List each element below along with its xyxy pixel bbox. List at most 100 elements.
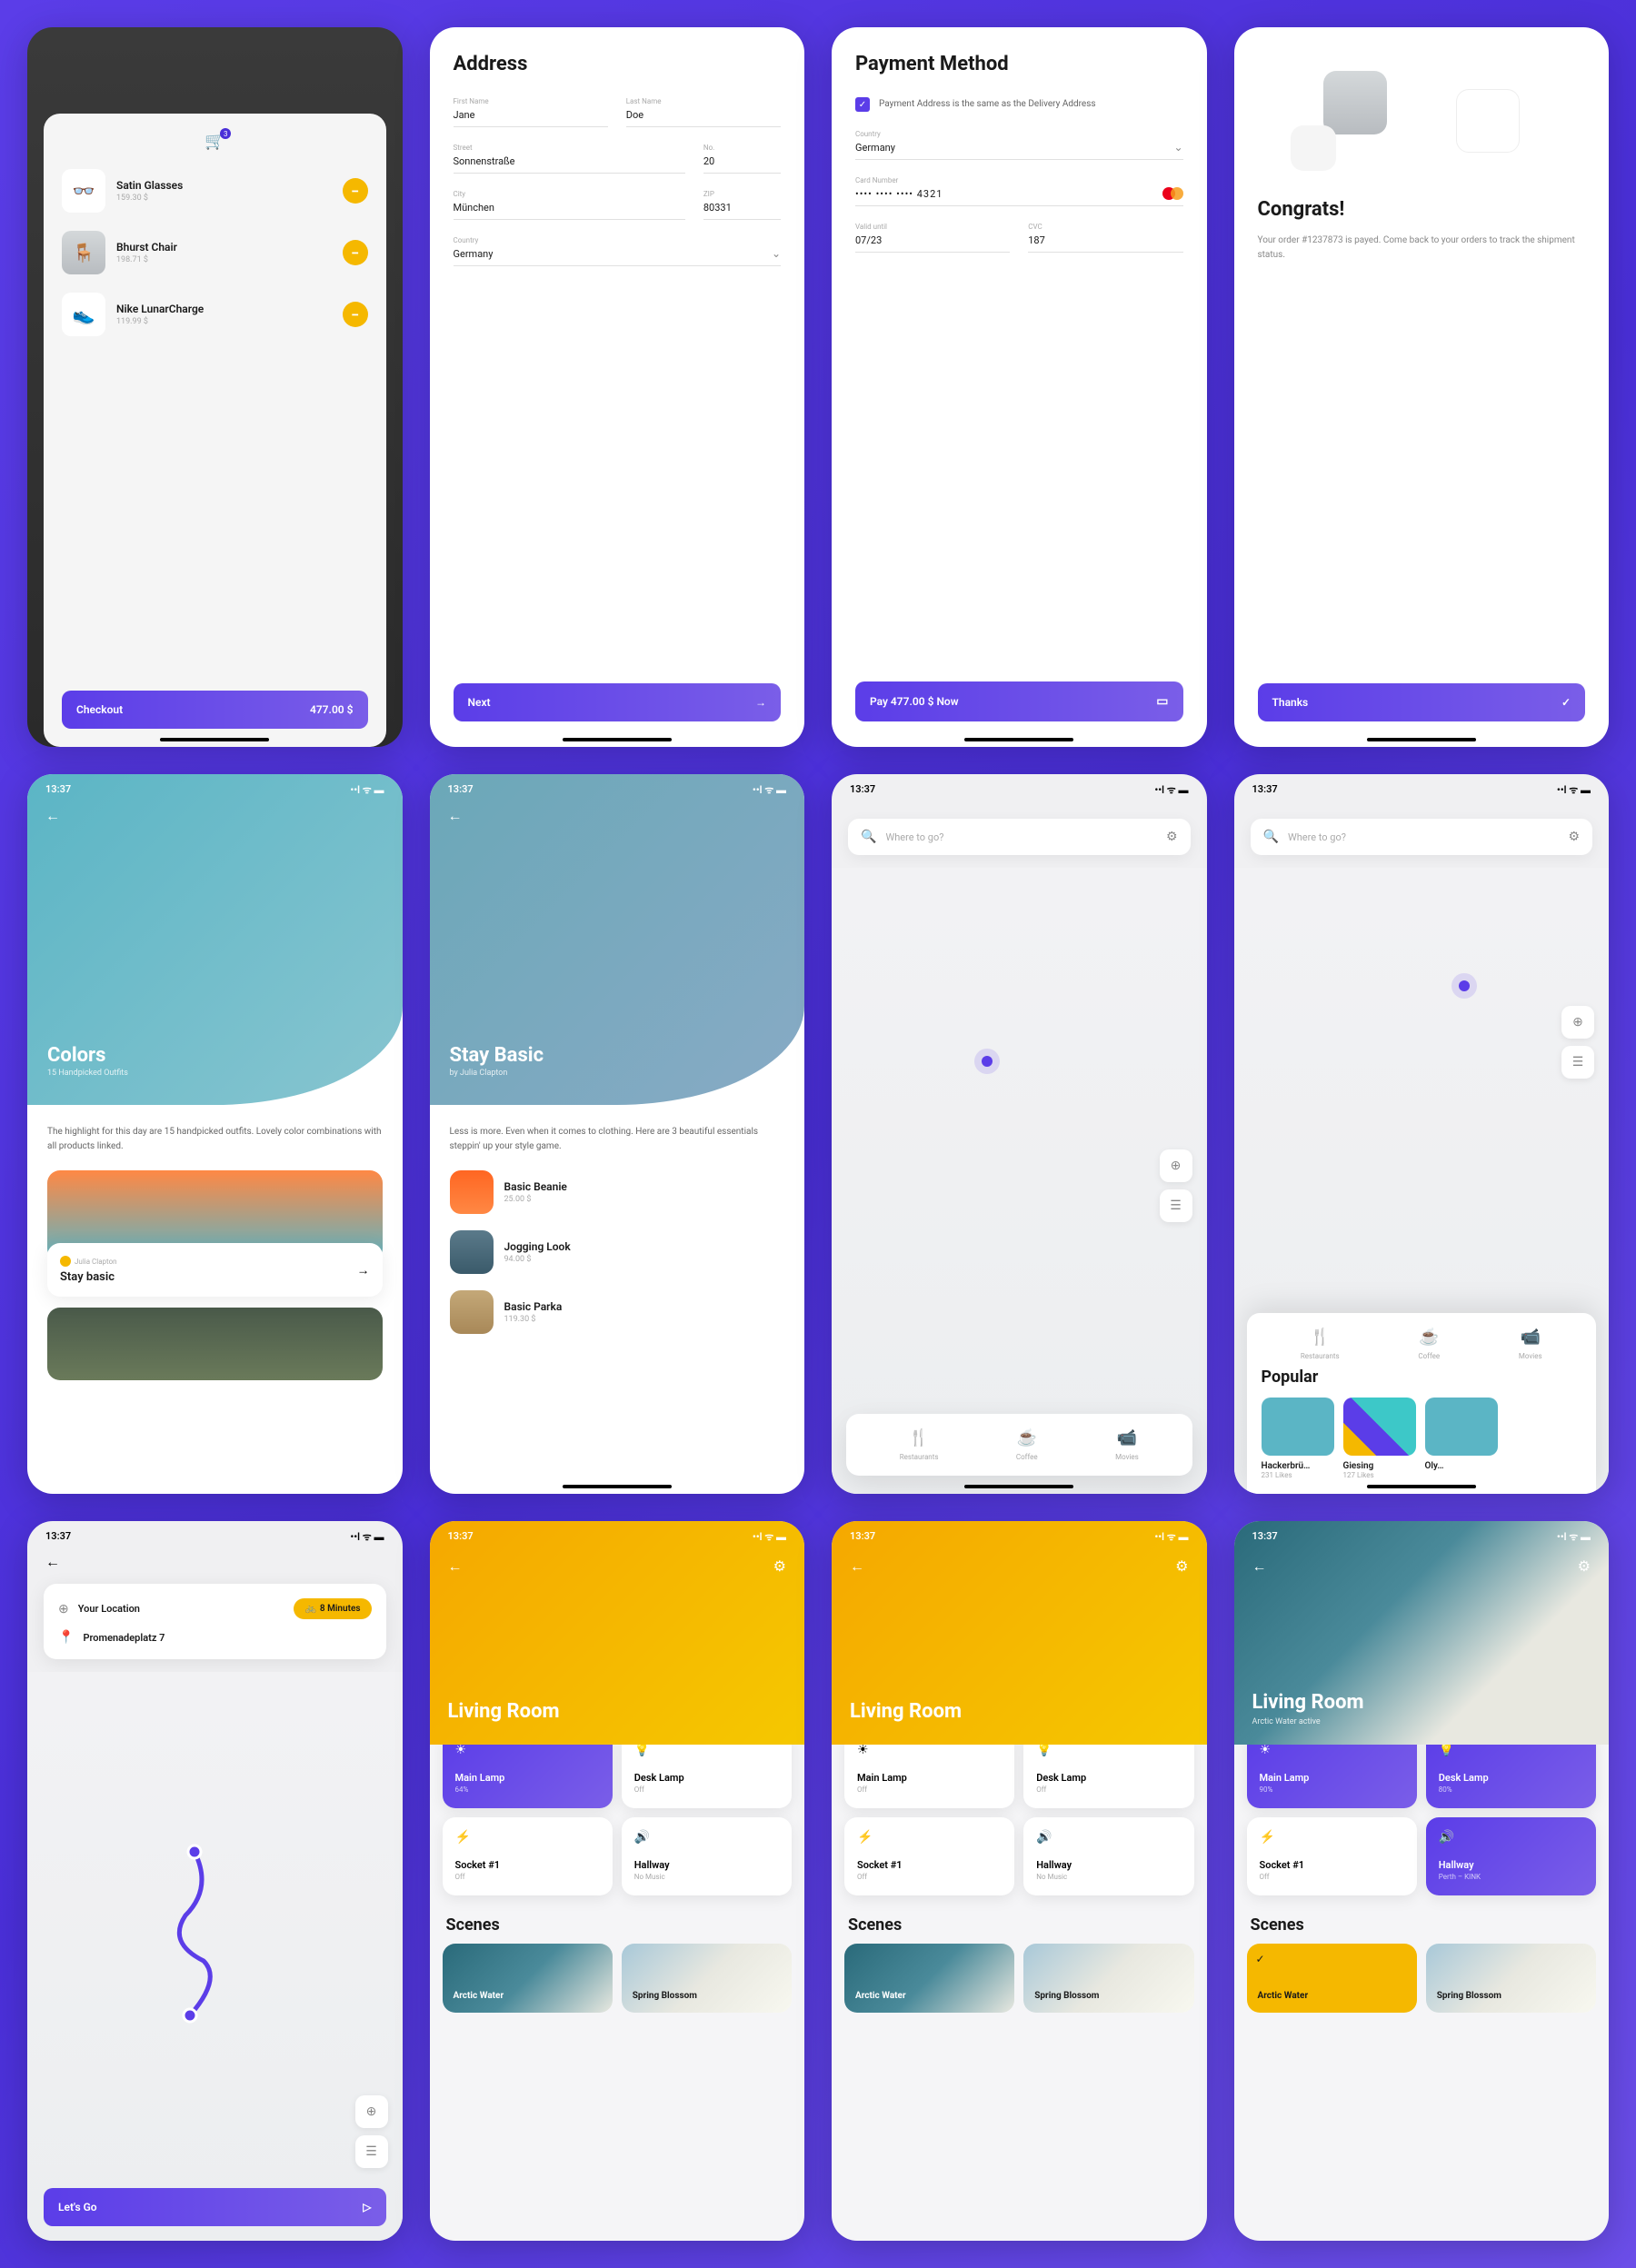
cart-screen: 🛒3 👓 Satin Glasses159.30 $ − 🪑 Bhurst Ch… [27,27,403,747]
popular-item[interactable]: Hackerbrü…231 Likes [1262,1398,1334,1479]
room-title: Living Room [850,1700,1189,1723]
popular-item[interactable]: Oly… [1425,1398,1498,1479]
map-view[interactable]: ⊕ ☰ 🍴Restaurants ☕Coffee 📹Movies [832,868,1207,1494]
card-number-field[interactable]: Card Number•••• •••• •••• 4321 [855,176,1183,206]
settings-button[interactable]: ⚙ [1578,1557,1591,1575]
layers-button[interactable]: ☰ [355,2135,388,2168]
first-name-field[interactable]: First NameJane [454,97,608,127]
last-name-field[interactable]: Last NameDoe [626,97,781,127]
category-movies[interactable]: 📹Movies [1519,1328,1542,1360]
device-socket[interactable]: ⚡Socket #1Off [844,1817,1014,1895]
category-restaurants[interactable]: 🍴Restaurants [1301,1328,1340,1360]
speaker-icon: 🔊 [1439,1830,1583,1845]
settings-button[interactable]: ⚙ [1175,1557,1188,1575]
product-row[interactable]: Basic Beanie25.00 $ [450,1170,785,1214]
chevron-down-icon: ⌄ [1173,141,1182,154]
filter-icon[interactable]: ⚙ [1166,830,1178,844]
category-coffee[interactable]: ☕Coffee [1016,1428,1038,1461]
street-no-field[interactable]: No.20 [703,144,781,174]
remove-button[interactable]: − [343,178,368,204]
next-button[interactable]: Next → [454,683,782,721]
pay-button[interactable]: Pay 477.00 $ Now ▭ [855,681,1183,721]
category-restaurants[interactable]: 🍴Restaurants [900,1428,939,1461]
filter-icon[interactable]: ⚙ [1568,830,1580,844]
pin-icon: 📍 [58,1630,74,1645]
scene-spring[interactable]: Spring Blossom [1023,1944,1193,2013]
route-line [158,1843,231,2024]
product-name: Nike LunarCharge [116,303,332,315]
pay-label: Pay 477.00 $ Now [870,695,959,708]
article-card[interactable]: Julia Clapton Stay basic → [47,1243,383,1297]
product-row[interactable]: Basic Parka119.30 $ [450,1290,785,1334]
street-field[interactable]: StreetSonnenstraße [454,144,685,174]
product-row[interactable]: Jogging Look94.00 $ [450,1230,785,1274]
bike-badge[interactable]: 🚲8 Minutes [294,1598,371,1619]
layers-button[interactable]: ☰ [1561,1046,1594,1079]
room-subtitle: Arctic Water active [1252,1717,1591,1726]
back-button[interactable]: ← [448,1557,463,1576]
congrats-screen: Congrats! Your order #1237873 is payed. … [1234,27,1610,747]
device-socket[interactable]: ⚡Socket #1Off [1247,1817,1417,1895]
device-hallway[interactable]: 🔊HallwayNo Music [1023,1817,1193,1895]
category-coffee[interactable]: ☕Coffee [1418,1328,1440,1360]
product-price: 198.71 $ [116,255,332,264]
scene-arctic[interactable]: Arctic Water [844,1944,1014,2013]
plug-icon: ⚡ [857,1830,1002,1845]
lets-go-button[interactable]: Let's Go ▷ [44,2188,386,2226]
map-view[interactable]: ⊕ ☰ 🍴Restaurants ☕Coffee 📹Movies Popular… [1234,868,1610,1494]
map-search-screen: 13:37••l ᯤ ▬ 🔍 Where to go? ⚙ ⊕ ☰ 🍴Resta… [832,774,1207,1494]
back-button[interactable]: ← [45,807,60,825]
your-location[interactable]: Your Location [78,1603,285,1615]
device-socket[interactable]: ⚡Socket #1Off [443,1817,613,1895]
search-input[interactable]: Where to go? [885,831,1157,843]
category-movies[interactable]: 📹Movies [1115,1428,1139,1461]
locate-button[interactable]: ⊕ [355,2095,388,2128]
home-indicator [563,738,672,741]
back-button[interactable]: ← [1252,1557,1267,1576]
locate-button[interactable]: ⊕ [1561,1006,1594,1039]
country-field[interactable]: CountryGermany⌄ [855,130,1183,160]
address-screen: Address First NameJane Last NameDoe Stre… [430,27,805,747]
scene-spring[interactable]: Spring Blossom [1426,1944,1596,2013]
map-view[interactable]: ⊕ ☰ Let's Go ▷ [27,1672,403,2241]
checkout-button[interactable]: Checkout 477.00 $ [62,691,368,729]
device-hallway[interactable]: 🔊HallwayPerth – KINK [1426,1817,1596,1895]
author-name: Julia Clapton [75,1258,117,1266]
scene-spring[interactable]: Spring Blossom [622,1944,792,2013]
arrow-right-icon: → [755,696,766,709]
coffee-icon: ☕ [1418,1328,1440,1347]
search-icon: 🔍 [1263,830,1279,844]
search-bar[interactable]: 🔍 Where to go? ⚙ [848,819,1191,855]
back-button[interactable]: ← [448,807,463,825]
locate-button[interactable]: ⊕ [1160,1149,1192,1182]
scene-arctic[interactable]: Arctic Water [443,1944,613,2013]
destination[interactable]: Promenadeplatz 7 [83,1632,371,1644]
valid-until-field[interactable]: Valid until07/23 [855,223,1010,253]
back-button[interactable]: ← [45,1553,60,1570]
zip-field[interactable]: ZIP80331 [703,190,781,220]
status-time: 13:37 [45,1530,71,1544]
city-field[interactable]: CityMünchen [454,190,685,220]
popular-item[interactable]: Giesing127 Likes [1343,1398,1416,1479]
lets-go-label: Let's Go [58,2201,97,2213]
back-button[interactable]: ← [850,1557,864,1576]
thanks-label: Thanks [1272,696,1309,709]
remove-button[interactable]: − [343,240,368,265]
thanks-button[interactable]: Thanks ✓ [1258,683,1586,721]
remove-button[interactable]: − [343,302,368,327]
home-indicator [1367,738,1476,741]
scene-arctic[interactable]: ✓Arctic Water [1247,1944,1417,2013]
search-input[interactable]: Where to go? [1288,831,1560,843]
product-price: 119.99 $ [116,317,332,326]
cart-item: 👓 Satin Glasses159.30 $ − [62,169,368,213]
settings-button[interactable]: ⚙ [773,1557,786,1575]
status-icons: ••l ᯤ ▬ [350,783,384,797]
country-field[interactable]: CountryGermany⌄ [454,236,782,266]
cvc-field[interactable]: CVC187 [1028,223,1182,253]
product-thumb [450,1230,494,1274]
same-address-checkbox[interactable]: ✓ Payment Address is the same as the Del… [855,97,1183,112]
status-icons: ••l ᯤ ▬ [350,1530,384,1544]
device-hallway[interactable]: 🔊HallwayNo Music [622,1817,792,1895]
layers-button[interactable]: ☰ [1160,1189,1192,1222]
search-bar[interactable]: 🔍 Where to go? ⚙ [1251,819,1593,855]
